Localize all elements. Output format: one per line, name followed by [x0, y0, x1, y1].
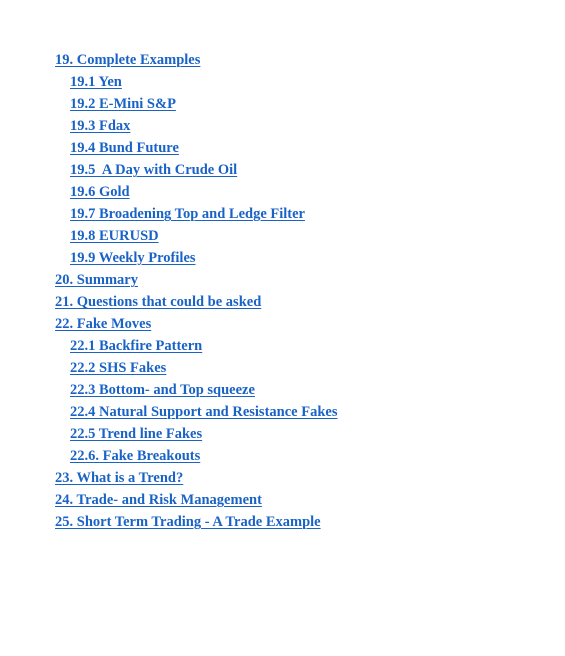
- toc-entry: 25. Short Term Trading - A Trade Example: [55, 511, 337, 533]
- toc-entry: 19.3 Fdax: [55, 115, 337, 137]
- toc-entry: 19.7 Broadening Top and Ledge Filter: [55, 203, 337, 225]
- toc-entry: 22. Fake Moves: [55, 313, 337, 335]
- toc-entry: 19.6 Gold: [55, 181, 337, 203]
- toc-link-19-1[interactable]: 19.1 Yen: [70, 74, 122, 90]
- toc-entry: 19.9 Weekly Profiles: [55, 247, 337, 269]
- toc-entry: 22.4 Natural Support and Resistance Fake…: [55, 401, 337, 423]
- toc-link-19-2[interactable]: 19.2 E-Mini S&P: [70, 96, 176, 112]
- toc-entry: 19.8 EURUSD: [55, 225, 337, 247]
- toc-link-20[interactable]: 20. Summary: [55, 272, 138, 288]
- toc-entry: 23. What is a Trend?: [55, 467, 337, 489]
- toc-link-19-6[interactable]: 19.6 Gold: [70, 184, 130, 200]
- toc-entry: 22.1 Backfire Pattern: [55, 335, 337, 357]
- toc-link-19-9[interactable]: 19.9 Weekly Profiles: [70, 250, 196, 266]
- toc-entry: 24. Trade- and Risk Management: [55, 489, 337, 511]
- toc-entry: 19.1 Yen: [55, 71, 337, 93]
- toc-link-21[interactable]: 21. Questions that could be asked: [55, 294, 261, 310]
- toc-entry: 19.2 E-Mini S&P: [55, 93, 337, 115]
- toc-entry: 22.5 Trend line Fakes: [55, 423, 337, 445]
- toc-entry: 19.4 Bund Future: [55, 137, 337, 159]
- toc-entry: 22.6. Fake Breakouts: [55, 445, 337, 467]
- toc-entry: 22.2 SHS Fakes: [55, 357, 337, 379]
- toc-link-22[interactable]: 22. Fake Moves: [55, 316, 151, 332]
- toc-entry: 22.3 Bottom- and Top squeeze: [55, 379, 337, 401]
- toc-link-22-6[interactable]: 22.6. Fake Breakouts: [70, 448, 200, 464]
- toc-link-22-3[interactable]: 22.3 Bottom- and Top squeeze: [70, 382, 255, 398]
- table-of-contents: 19. Complete Examples 19.1 Yen 19.2 E-Mi…: [55, 49, 337, 533]
- toc-link-19-3[interactable]: 19.3 Fdax: [70, 118, 130, 134]
- toc-link-19[interactable]: 19. Complete Examples: [55, 52, 200, 68]
- toc-link-22-1[interactable]: 22.1 Backfire Pattern: [70, 338, 202, 354]
- toc-link-22-4[interactable]: 22.4 Natural Support and Resistance Fake…: [70, 404, 337, 420]
- toc-link-25[interactable]: 25. Short Term Trading - A Trade Example: [55, 514, 321, 530]
- toc-entry: 20. Summary: [55, 269, 337, 291]
- toc-link-19-4[interactable]: 19.4 Bund Future: [70, 140, 179, 156]
- toc-link-22-2[interactable]: 22.2 SHS Fakes: [70, 360, 166, 376]
- toc-link-22-5[interactable]: 22.5 Trend line Fakes: [70, 426, 202, 442]
- toc-entry: 19.5 A Day with Crude Oil: [55, 159, 337, 181]
- toc-entry: 19. Complete Examples: [55, 49, 337, 71]
- toc-link-19-5[interactable]: 19.5 A Day with Crude Oil: [70, 162, 237, 178]
- toc-link-19-8[interactable]: 19.8 EURUSD: [70, 228, 159, 244]
- toc-link-24[interactable]: 24. Trade- and Risk Management: [55, 492, 262, 508]
- toc-entry: 21. Questions that could be asked: [55, 291, 337, 313]
- toc-link-23[interactable]: 23. What is a Trend?: [55, 470, 183, 486]
- toc-link-19-7[interactable]: 19.7 Broadening Top and Ledge Filter: [70, 206, 305, 222]
